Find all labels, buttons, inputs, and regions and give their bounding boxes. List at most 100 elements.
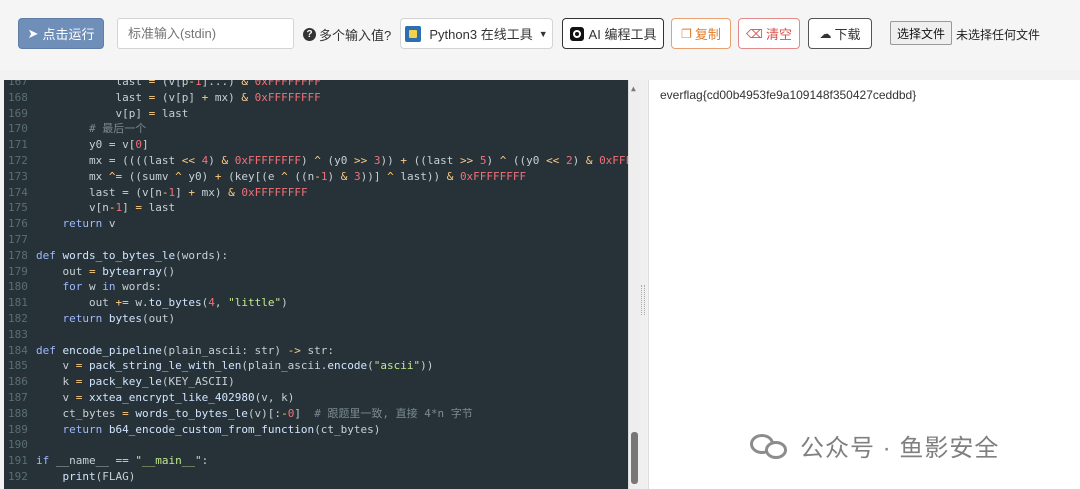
line-number: 185 <box>8 359 28 373</box>
code-line: 182 return bytes(out) <box>4 311 634 327</box>
ai-tool-label: AI 编程工具 <box>588 27 657 42</box>
code-text: mx ^= ((sumv ^ y0) + (key[(e ^ ((n-1) & … <box>36 169 527 183</box>
python-icon <box>405 25 422 42</box>
code-text: last = (v[p-1]...) & 0xFFFFFFFF <box>36 80 321 88</box>
code-text: v = pack_string_le_with_len(plain_ascii.… <box>36 359 434 373</box>
stdin-input[interactable] <box>117 18 294 49</box>
file-status: 未选择任何文件 <box>956 28 1041 42</box>
ai-tool-button[interactable]: AI 编程工具 <box>562 18 664 49</box>
code-text: return v <box>62 217 116 231</box>
code-text: v[p] = last <box>36 106 189 120</box>
line-number: 180 <box>8 280 28 294</box>
code-line: 183 <box>4 327 634 343</box>
line-number: 182 <box>8 312 28 325</box>
line-number: 189 <box>8 422 28 436</box>
send-icon: ➤ <box>27 25 39 41</box>
code-text: y0 = v[0] <box>36 138 149 152</box>
code-text: mx = ((((last << 4) & 0xFFFFFFFF) ^ (y0 … <box>36 154 639 167</box>
line-number: 191 <box>8 454 28 468</box>
code-text: return bytes(out) <box>62 312 176 325</box>
code-line: 173 mx ^= ((sumv ^ y0) + (key[(e ^ ((n-1… <box>4 169 634 185</box>
code-line: 178 def words_to_bytes_le(words): <box>4 248 634 264</box>
line-number: 190 <box>8 438 28 452</box>
clear-button[interactable]: ⌫ 清空 <box>738 18 800 49</box>
code-line: 188 ct_bytes = words_to_bytes_le(v)[:-0]… <box>4 406 634 422</box>
line-number: 167 <box>8 80 28 88</box>
watermark-text: 公众号 · 鱼影安全 <box>800 435 1000 462</box>
toolbar: ➤ 点击运行 ? 多个输入值? Python3 在线工具 ▼ AI 编程工具 ❐… <box>0 0 1080 70</box>
code-line: 176 return v <box>4 216 634 232</box>
language-dropdown[interactable]: Python3 在线工具 ▼ <box>400 18 553 49</box>
code-line: 186 k = pack_key_le(KEY_ASCII) <box>4 374 634 390</box>
line-number: 175 <box>8 201 28 215</box>
code-line: 174 last = (v[n-1] + mx) & 0xFFFFFFFF <box>4 185 634 201</box>
drag-handle[interactable] <box>641 285 645 315</box>
code-line: 184 def encode_pipeline(plain_ascii: str)… <box>4 343 634 359</box>
code-line: 181 out += w.to_bytes(4, "little") <box>4 295 634 311</box>
scroll-up-icon[interactable]: ▲ <box>631 84 636 93</box>
ai-logo-icon <box>569 26 584 41</box>
caret-down-icon: ▼ <box>538 28 548 39</box>
run-button-label: 点击运行 <box>42 27 95 42</box>
output-text: everflag{cd00b4953fe9a109148f350427ceddb… <box>660 88 917 102</box>
code-editor[interactable]: 167 last = (v[p-1]...) & 0xFFFFFFFF 168 l… <box>4 80 639 489</box>
clear-label: 清空 <box>765 27 792 42</box>
code-text: v[n-1] = last <box>36 201 176 215</box>
editor-scrollbar[interactable]: ▲ <box>628 80 639 489</box>
line-number: 176 <box>8 217 28 231</box>
copy-label: 复制 <box>694 27 721 42</box>
code-line: 168 last = (v[p] + mx) & 0xFFFFFFFF <box>4 90 634 106</box>
code-line: 190 <box>4 437 634 453</box>
cloud-download-icon: ☁ <box>819 26 832 41</box>
line-number: 186 <box>8 375 28 389</box>
code-line: 177 <box>4 232 634 248</box>
choose-file-button[interactable]: 选择文件 <box>890 21 952 45</box>
copy-icon: ❐ <box>681 26 692 41</box>
code-line: 185 v = pack_string_le_with_len(plain_as… <box>4 358 634 374</box>
question-icon: ? <box>303 28 316 41</box>
code-line: 180 for w in words: <box>4 279 634 295</box>
code-line: 170 # 最后一个 <box>4 121 634 137</box>
wechat-icon <box>750 432 790 460</box>
code-text: def encode_pipeline(plain_ascii: str) ->… <box>36 343 335 357</box>
code-text: out += w.to_bytes(4, "little") <box>36 296 288 310</box>
code-text: print(FLAG) <box>62 470 136 483</box>
code-line: 192 print(FLAG) <box>4 469 634 485</box>
code-line: 191 if __name__ == "__main__": <box>4 453 634 469</box>
code-text: k = pack_key_le(KEY_ASCII) <box>36 375 235 389</box>
line-number: 171 <box>8 138 28 152</box>
download-label: 下载 <box>834 27 861 42</box>
code-text: return b64_encode_custom_from_function(c… <box>62 422 381 436</box>
code-line: 169 v[p] = last <box>4 106 634 122</box>
line-number: 170 <box>8 122 28 136</box>
code-text: def words_to_bytes_le(words): <box>36 248 229 262</box>
code-text: ct_bytes = words_to_bytes_le(v)[:-0] # 跟… <box>36 406 473 420</box>
multi-input-label: 多个输入值? <box>319 28 392 43</box>
line-number: 181 <box>8 296 28 310</box>
line-number: 178 <box>8 248 28 262</box>
line-number: 174 <box>8 185 28 199</box>
line-number: 172 <box>8 154 28 167</box>
line-number: 188 <box>8 406 28 420</box>
multi-input-help[interactable]: ? 多个输入值? <box>303 25 391 44</box>
code-text: if __name__ == "__main__": <box>36 454 209 468</box>
scrollbar-thumb[interactable] <box>631 432 638 484</box>
line-number: 192 <box>8 470 28 483</box>
line-number: 187 <box>8 391 28 404</box>
pane-divider[interactable] <box>639 80 647 489</box>
code-line: 167 last = (v[p-1]...) & 0xFFFFFFFF <box>4 80 634 90</box>
code-line: 189 return b64_encode_custom_from_functi… <box>4 422 634 438</box>
run-button[interactable]: ➤ 点击运行 <box>18 18 104 49</box>
language-label: Python3 在线工具 <box>429 27 533 42</box>
code-line: 179 out = bytearray() <box>4 264 634 280</box>
line-number: 168 <box>8 90 28 104</box>
code-line: 187 v = xxtea_encrypt_like_402980(v, k) <box>4 390 634 406</box>
download-button[interactable]: ☁ 下载 <box>808 18 872 49</box>
copy-button[interactable]: ❐ 复制 <box>671 18 731 49</box>
code-text: last = (v[n-1] + mx) & 0xFFFFFFFF <box>36 185 308 199</box>
code-text: for w in words: <box>62 280 162 294</box>
code-text: out = bytearray() <box>36 264 176 278</box>
line-number: 177 <box>8 233 28 246</box>
code-line: 171 y0 = v[0] <box>4 137 634 153</box>
code-text: # 最后一个 <box>88 122 147 136</box>
